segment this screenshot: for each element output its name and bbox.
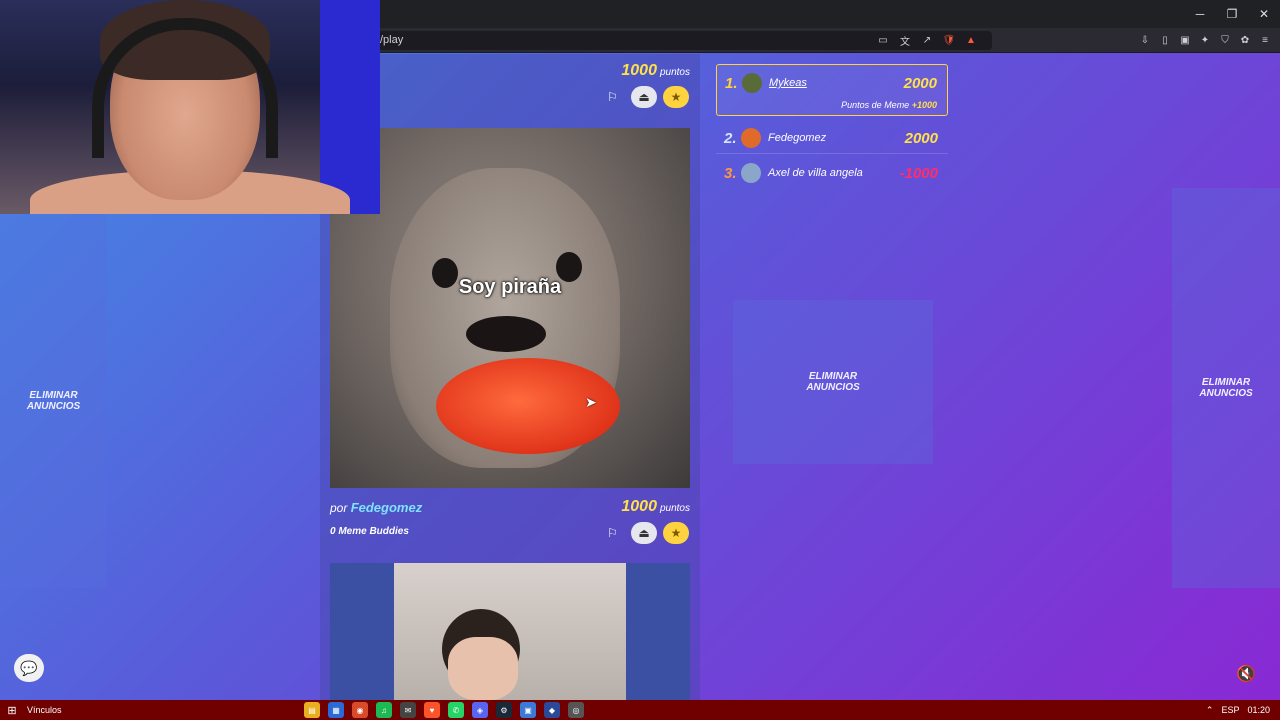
address-bar-icons: ▭ 文 ↗ 🛡 ▲ <box>876 33 978 48</box>
leaderboard-row[interactable]: 3. Axel de villa angela -1000 <box>716 155 948 189</box>
meme-photo <box>394 563 626 700</box>
mute-icon[interactable]: 🔇 <box>1236 664 1256 684</box>
ad-right[interactable]: ELIMINAR ANUNCIOS <box>1172 188 1280 588</box>
leaderboard: 1. Mykeas 2000 Puntos de Meme +1000 2. F… <box>716 64 948 190</box>
ad-left-label: ELIMINAR ANUNCIOS <box>26 390 81 412</box>
post-author-link[interactable]: Fedegomez <box>351 500 423 515</box>
avatar <box>741 128 761 148</box>
tray-clock[interactable]: 01:20 <box>1247 705 1270 715</box>
flag-icon[interactable]: ⚐ <box>607 90 618 104</box>
minimize-button[interactable]: ─ <box>1184 0 1216 28</box>
star-button[interactable]: ★ <box>663 522 689 544</box>
meme-caption: Soy piraña <box>458 276 562 298</box>
leaderboard-rank: 1. <box>725 75 738 92</box>
toolbar-icons: ⇩ ▯ ▣ ✦ ⛉ ✿ ≡ <box>1138 33 1272 47</box>
webcam-background <box>320 0 380 214</box>
divider <box>716 153 948 154</box>
leaderboard-name[interactable]: Axel de villa angela <box>768 167 863 179</box>
ad-center[interactable]: ELIMINAR ANUNCIOS <box>733 300 933 464</box>
taskbar-apps: ▤ ▦ ◉ ♫ ✉ ♥ ✆ ◈ ⚙ ▣ ◆ ◎ <box>304 702 584 718</box>
taskbar-links-label[interactable]: Vínculos <box>27 705 62 715</box>
file-explorer-icon[interactable]: ▤ <box>304 702 320 718</box>
meme-image-next[interactable] <box>330 563 690 700</box>
downloads-icon[interactable]: ⇩ <box>1138 33 1152 47</box>
meme-nose <box>466 316 546 352</box>
meme-image[interactable]: Soy piraña <box>330 128 690 488</box>
share-button[interactable]: ⏏ <box>631 522 657 544</box>
tray-language[interactable]: ESP <box>1221 705 1239 715</box>
post-buddies: 0 Meme Buddies <box>330 526 409 537</box>
start-button[interactable]: ⊞ <box>0 700 24 720</box>
notes-app-icon[interactable]: ▦ <box>328 702 344 718</box>
leaderboard-score: 2000 <box>903 75 937 92</box>
discord-icon[interactable]: ◈ <box>472 702 488 718</box>
tray-chevron-icon[interactable]: ⌃ <box>1206 705 1214 716</box>
leaderboard-row[interactable]: 2. Fedegomez 2000 <box>716 120 948 154</box>
post-points: 1000 puntos <box>621 498 690 515</box>
meme-person-face <box>448 637 518 700</box>
steam-icon[interactable]: ⚙ <box>496 702 512 718</box>
brave-icon[interactable]: ♥ <box>424 702 440 718</box>
mail-app-icon[interactable]: ✉ <box>400 702 416 718</box>
sidebar-icon[interactable]: ▯ <box>1158 33 1172 47</box>
webcam-overlay <box>0 0 380 214</box>
avatar <box>742 73 762 93</box>
share-button[interactable]: ⏏ <box>631 86 657 108</box>
app-icon[interactable]: ◎ <box>568 702 584 718</box>
meme-animal-face <box>390 168 620 468</box>
system-tray: ⌃ ESP 01:20 <box>1206 700 1270 720</box>
reader-view-icon[interactable]: ▭ <box>876 33 890 47</box>
post-author: por Fedegomez <box>330 500 423 515</box>
translate-icon[interactable]: 文 <box>898 33 912 48</box>
leaderboard-rank: 3. <box>724 165 737 182</box>
meme-points-gain: Puntos de Meme +1000 <box>841 100 937 110</box>
star-button[interactable]: ★ <box>663 86 689 108</box>
vpn-icon[interactable]: ⛉ <box>1218 33 1232 47</box>
leaderboard-score: 2000 <box>904 130 938 147</box>
app-icon[interactable]: ▣ <box>520 702 536 718</box>
post-footer: por Fedegomez 0 Meme Buddies 1000 puntos … <box>320 496 700 556</box>
extension-icon[interactable]: ✿ <box>1238 33 1252 47</box>
brave-rewards-icon[interactable]: ▲ <box>964 33 978 47</box>
wallet-icon[interactable]: ▣ <box>1178 33 1192 47</box>
menu-icon[interactable]: ≡ <box>1258 33 1272 47</box>
leaderboard-score: -1000 <box>899 165 938 182</box>
app-icon[interactable]: ◆ <box>544 702 560 718</box>
brave-shield-icon[interactable]: 🛡 <box>942 33 956 47</box>
close-button[interactable]: ✕ <box>1248 0 1280 28</box>
ad-right-label: ELIMINAR ANUNCIOS <box>1199 377 1253 399</box>
leaderboard-name[interactable]: Mykeas <box>769 77 807 89</box>
ad-center-label: ELIMINAR ANUNCIOS <box>806 371 860 393</box>
ad-left[interactable]: ELIMINAR ANUNCIOS <box>0 214 107 588</box>
chrome-icon[interactable]: ◉ <box>352 702 368 718</box>
leaderboard-rank: 2. <box>724 130 737 147</box>
restore-button[interactable]: ❐ <box>1216 0 1248 28</box>
avatar <box>741 163 761 183</box>
taskbar: ⊞ Vínculos ▤ ▦ ◉ ♫ ✉ ♥ ✆ ◈ ⚙ ▣ ◆ ◎ ⌃ ESP… <box>0 700 1280 720</box>
share-page-icon[interactable]: ↗ <box>920 33 934 47</box>
flag-icon[interactable]: ⚐ <box>607 526 618 540</box>
leaderboard-name[interactable]: Fedegomez <box>768 132 826 144</box>
spotify-icon[interactable]: ♫ <box>376 702 392 718</box>
post-points: 1000 puntos <box>621 62 690 79</box>
leo-icon[interactable]: ✦ <box>1198 33 1212 47</box>
chat-icon[interactable]: 💬 <box>14 654 44 682</box>
window-controls: ─ ❐ ✕ <box>1184 0 1280 28</box>
mouse-cursor-icon: ➤ <box>585 394 597 410</box>
whatsapp-icon[interactable]: ✆ <box>448 702 464 718</box>
leaderboard-row[interactable]: 1. Mykeas 2000 Puntos de Meme +1000 <box>716 64 948 116</box>
